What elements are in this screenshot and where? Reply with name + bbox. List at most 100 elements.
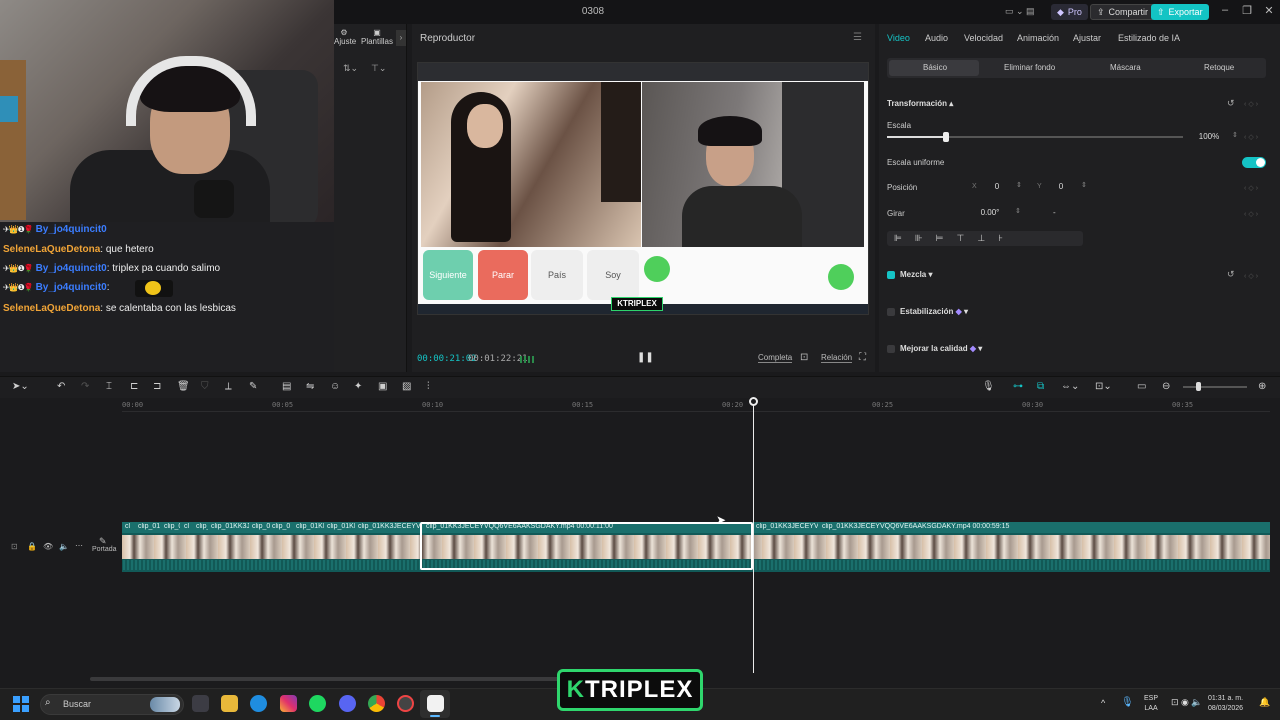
stabilize-title[interactable]: Estabilización ◆ ▾ bbox=[900, 307, 968, 316]
tab-adjust[interactable]: Ajustar bbox=[1073, 33, 1101, 43]
ai-edit-icon[interactable]: ✎ bbox=[249, 381, 257, 392]
clip-label[interactable]: clip_0 bbox=[164, 523, 180, 530]
split-right-icon[interactable]: ⊐ bbox=[153, 381, 161, 392]
share-button[interactable]: ⇪ Compartir bbox=[1090, 4, 1156, 20]
tab-speed[interactable]: Velocidad bbox=[964, 33, 1003, 43]
fit-icon[interactable]: ▭ bbox=[1137, 381, 1146, 392]
select-tool-icon[interactable]: ➤⌄ bbox=[12, 381, 29, 392]
undo-icon[interactable]: ↶ bbox=[57, 381, 65, 392]
blend-title[interactable]: Mezcla ▾ bbox=[900, 270, 932, 279]
zoom-knob[interactable] bbox=[1196, 382, 1201, 391]
zoom-out-icon[interactable]: ⊖ bbox=[1162, 381, 1170, 392]
full-button[interactable]: Completa bbox=[758, 353, 793, 363]
reset-icon[interactable]: ↺ bbox=[1227, 269, 1235, 280]
clip-label[interactable]: clip_01KK bbox=[296, 523, 324, 530]
stepper-icon[interactable]: ⇕ bbox=[1232, 131, 1238, 139]
keyframe-icon[interactable]: ‹◇› bbox=[1244, 100, 1260, 108]
edge-browser-icon[interactable] bbox=[250, 695, 267, 712]
templates-tool[interactable]: ▣ Plantillas bbox=[360, 28, 394, 46]
transform-title[interactable]: Transformación ▴ bbox=[887, 99, 953, 108]
me-button[interactable]: Soy bbox=[587, 250, 639, 300]
scale-value[interactable]: 100% bbox=[1188, 130, 1230, 144]
subtab-retouch[interactable]: Retoque bbox=[1204, 63, 1234, 72]
rotate-input[interactable]: 0.00° bbox=[970, 206, 1010, 220]
adjust-tool[interactable]: ⚙ Ajuste bbox=[334, 28, 356, 46]
clip-label[interactable]: cl bbox=[125, 523, 135, 530]
pos-y-input[interactable]: 0 bbox=[1048, 180, 1074, 194]
ai-box-icon[interactable]: ▣ bbox=[378, 381, 387, 392]
blend-checkbox[interactable] bbox=[887, 271, 895, 279]
layout-icons[interactable]: ▭ ⌄ ▤ bbox=[1005, 6, 1045, 18]
capcut-icon[interactable] bbox=[427, 695, 444, 712]
pos-x-input[interactable]: 0 bbox=[984, 180, 1010, 194]
enhance-checkbox[interactable] bbox=[887, 345, 895, 353]
ratio-button[interactable]: Relación bbox=[821, 353, 853, 363]
sort-icon[interactable]: ⇅⌄ bbox=[343, 63, 358, 74]
caption-icon[interactable]: ▤ bbox=[282, 381, 291, 392]
country-button[interactable]: País bbox=[531, 250, 583, 300]
clip-label[interactable]: clip_0 bbox=[196, 523, 208, 530]
image-icon[interactable]: ▨ bbox=[402, 381, 411, 392]
notification-bell-icon[interactable]: 🔔 bbox=[1259, 697, 1270, 708]
screenshot-icon[interactable]: ⊡ bbox=[800, 352, 808, 363]
clip-label[interactable]: clip_01KK3JECEYVQQ6VE6AAKSGDAKY.mp4 00:0… bbox=[822, 523, 1072, 530]
close-icon[interactable]: ✕ bbox=[1261, 4, 1277, 20]
rotate-dash[interactable]: - bbox=[1053, 208, 1056, 217]
maximize-icon[interactable]: ❐ bbox=[1239, 4, 1255, 20]
magnet-link-icon[interactable]: ⊶ bbox=[1013, 381, 1023, 392]
keyframe-icon[interactable]: ‹◇› bbox=[1244, 272, 1260, 280]
track-tag-icon[interactable]: ⊡ bbox=[11, 542, 18, 551]
tray-mic-icon[interactable]: 🎙 bbox=[1121, 697, 1134, 708]
split-icon[interactable]: ⌶ bbox=[106, 381, 112, 392]
zoom-in-icon[interactable]: ⊕ bbox=[1258, 381, 1266, 392]
keyframe-icon[interactable]: ‹◇› bbox=[1244, 184, 1260, 192]
horizontal-scrollbar[interactable] bbox=[90, 677, 560, 681]
tab-audio[interactable]: Audio bbox=[925, 33, 948, 43]
stepper-icon[interactable]: ⇕ bbox=[1015, 207, 1021, 215]
clip-label[interactable]: clip_01KK3J bbox=[211, 523, 249, 530]
eye-icon[interactable]: 👁 bbox=[43, 542, 53, 551]
speaker-icon[interactable]: 🔈 bbox=[59, 542, 69, 551]
tab-animation[interactable]: Animación bbox=[1017, 33, 1059, 43]
pause-icon[interactable]: ❚❚ bbox=[637, 352, 654, 364]
clip-label[interactable]: clip_01KK3JECEYVQ bbox=[358, 523, 420, 530]
tray-icons[interactable]: ⊡ ◉ 🔈 bbox=[1171, 697, 1203, 708]
mirror-icon[interactable]: ⇋ bbox=[306, 381, 314, 392]
selected-clip-outline[interactable] bbox=[420, 522, 753, 570]
playhead-handle[interactable] bbox=[749, 397, 758, 406]
enhance-title[interactable]: Mejorar la calidad ◆ ▾ bbox=[900, 344, 982, 353]
tray-clock[interactable]: 01:31 a. m. 08/03/2026 bbox=[1208, 694, 1243, 714]
minimize-icon[interactable]: – bbox=[1217, 4, 1233, 20]
chevron-right-icon[interactable]: › bbox=[396, 30, 406, 46]
export-button[interactable]: ⇧ Exportar bbox=[1151, 4, 1209, 20]
widgets-app-icon[interactable] bbox=[192, 695, 209, 712]
more-icon[interactable]: ⋯ bbox=[75, 541, 83, 550]
snap-icon[interactable]: ⧉ bbox=[1037, 381, 1044, 392]
delete-icon[interactable]: 🗑 bbox=[177, 381, 190, 392]
next-button[interactable]: Siguiente bbox=[423, 250, 473, 300]
clip-label[interactable]: clip_0 bbox=[272, 523, 292, 530]
preview-axis-icon[interactable]: ⊡⌄ bbox=[1095, 381, 1112, 392]
cover-label[interactable]: Portada bbox=[92, 546, 117, 553]
clip-label[interactable]: clip_01KK3JECEYVQ bbox=[756, 523, 818, 530]
lock-icon[interactable]: 🔒 bbox=[27, 542, 37, 551]
clip-label[interactable]: cl bbox=[184, 523, 194, 530]
chrome-icon[interactable] bbox=[368, 695, 385, 712]
tab-ai-style[interactable]: Estilizado de IA bbox=[1118, 33, 1180, 43]
mic-icon[interactable]: 🎙 bbox=[982, 381, 995, 392]
reset-icon[interactable]: ↺ bbox=[1227, 98, 1235, 109]
recorder-app-icon[interactable] bbox=[397, 695, 414, 712]
tray-chevron-icon[interactable]: ^ bbox=[1101, 698, 1105, 708]
subtab-basic[interactable]: Básico bbox=[923, 63, 947, 72]
clip-label[interactable]: clip_0 bbox=[252, 523, 270, 530]
stepper-icon[interactable]: ⇕ bbox=[1081, 181, 1087, 189]
link-icon[interactable]: ⇔⌄ bbox=[1061, 381, 1079, 392]
filter-icon[interactable]: ⊤⌄ bbox=[371, 63, 386, 74]
tray-language[interactable]: ESP LAA bbox=[1144, 694, 1158, 714]
stop-button[interactable]: Parar bbox=[478, 250, 528, 300]
playhead-line[interactable] bbox=[753, 398, 754, 673]
spotify-icon[interactable] bbox=[309, 695, 326, 712]
pro-button[interactable]: ◆ Pro bbox=[1051, 4, 1088, 20]
menu-icon[interactable]: ☰ bbox=[853, 32, 862, 43]
scale-slider-knob[interactable] bbox=[943, 132, 950, 142]
